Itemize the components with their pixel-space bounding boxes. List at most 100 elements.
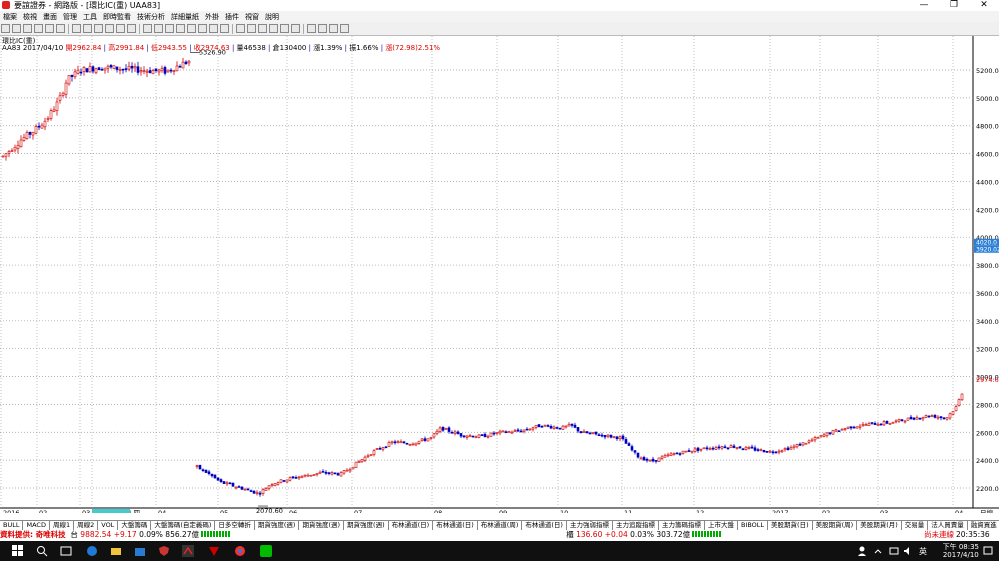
indicator-tab[interactable]: 法人買賣量 bbox=[928, 521, 968, 530]
indicator-tab[interactable]: 周線1 bbox=[50, 521, 75, 530]
minimize-button[interactable]: — bbox=[909, 0, 939, 11]
line-tool-icon[interactable] bbox=[143, 24, 152, 33]
layout-icon[interactable] bbox=[318, 24, 327, 33]
chevron-up-icon[interactable] bbox=[872, 545, 884, 557]
menu-item-11[interactable]: 說明 bbox=[262, 12, 282, 22]
indicator-tab[interactable]: 期貨強度(週) bbox=[299, 521, 345, 530]
network-icon[interactable] bbox=[888, 545, 900, 557]
indicator-tab[interactable]: 主力強弱指標 bbox=[567, 521, 613, 530]
indicator-tab[interactable]: 布林通道(日) bbox=[522, 521, 567, 530]
volume-icon[interactable] bbox=[902, 545, 914, 557]
menu-item-5[interactable]: 即時監看 bbox=[100, 12, 134, 22]
close-button[interactable]: ✕ bbox=[969, 0, 999, 11]
indicator-tab[interactable]: MACD bbox=[23, 521, 50, 530]
help-icon[interactable] bbox=[340, 24, 349, 33]
undo-icon[interactable] bbox=[72, 24, 81, 33]
indicator-tab[interactable]: 布林通道(周) bbox=[478, 521, 523, 530]
menu-item-1[interactable]: 檢視 bbox=[20, 12, 40, 22]
indicator-tab[interactable]: BULL bbox=[0, 521, 24, 530]
candle-body bbox=[627, 443, 631, 446]
arrow-tool-icon[interactable] bbox=[220, 24, 229, 33]
refresh-icon[interactable] bbox=[291, 24, 300, 33]
indicator-tab[interactable]: 日多空轉折 bbox=[215, 521, 255, 530]
menu-item-4[interactable]: 工具 bbox=[80, 12, 100, 22]
candle-body bbox=[148, 70, 152, 73]
indicator-tab[interactable]: 大盤籌碼 bbox=[118, 521, 152, 530]
shield-icon[interactable] bbox=[158, 545, 170, 557]
erase-tool-icon[interactable] bbox=[258, 24, 267, 33]
line-icon[interactable] bbox=[260, 545, 272, 557]
indicator-tab[interactable]: 期貨強度(週) bbox=[344, 521, 389, 530]
menu-item-3[interactable]: 管理 bbox=[60, 12, 80, 22]
indicator-tab[interactable]: VOL bbox=[98, 521, 119, 530]
indicator-tab[interactable]: 布林通道(日) bbox=[389, 521, 434, 530]
mark-tool-icon[interactable] bbox=[269, 24, 278, 33]
menu-item-2[interactable]: 畫面 bbox=[40, 12, 60, 22]
start-icon[interactable] bbox=[12, 545, 24, 557]
kline-chart[interactable]: 5200.05000.04800.04600.04400.04200.04000… bbox=[0, 36, 999, 513]
open-icon[interactable] bbox=[1, 24, 10, 33]
zoom-in-icon[interactable] bbox=[105, 24, 114, 33]
market-ticker: 資料提供: 奇唯科技 台 9882.54 +9.17 0.09% 856.27億… bbox=[0, 530, 999, 540]
indicator-tab[interactable]: 周線2 bbox=[74, 521, 99, 530]
indicator-tab[interactable]: 交易量 bbox=[902, 521, 929, 530]
indicator-tab[interactable]: 美股期貨(周) bbox=[813, 521, 858, 530]
indicator-tab[interactable]: BIBOLL bbox=[738, 521, 769, 530]
paste-icon[interactable] bbox=[56, 24, 65, 33]
candle-body bbox=[249, 490, 253, 492]
explorer-icon[interactable] bbox=[110, 545, 122, 557]
print-icon[interactable] bbox=[23, 24, 32, 33]
save-icon[interactable] bbox=[12, 24, 21, 33]
maximize-button[interactable]: ❐ bbox=[939, 0, 969, 11]
settings-icon[interactable] bbox=[307, 24, 316, 33]
menu-item-6[interactable]: 技術分析 bbox=[134, 12, 168, 22]
rect-tool-icon[interactable] bbox=[198, 24, 207, 33]
channel-tool-icon[interactable] bbox=[165, 24, 174, 33]
trend-tool-icon[interactable] bbox=[154, 24, 163, 33]
task-view-icon[interactable] bbox=[60, 545, 72, 557]
search-icon[interactable] bbox=[36, 545, 48, 557]
indicator-tab[interactable]: 期貨強度(週) bbox=[255, 521, 300, 530]
cross-tool-icon[interactable] bbox=[247, 24, 256, 33]
zoom-out-icon[interactable] bbox=[116, 24, 125, 33]
candle-body bbox=[846, 426, 850, 429]
candle-body bbox=[396, 441, 400, 443]
text-tool-icon[interactable] bbox=[187, 24, 196, 33]
indicator-tab[interactable]: 上市大盤 bbox=[705, 521, 738, 530]
measure-tool-icon[interactable] bbox=[280, 24, 289, 33]
grid-icon[interactable] bbox=[127, 24, 136, 33]
menu-item-10[interactable]: 視窗 bbox=[242, 12, 262, 22]
indicator-tab[interactable]: 融資買進 bbox=[968, 521, 999, 530]
ellipse-tool-icon[interactable] bbox=[209, 24, 218, 33]
candle-body bbox=[921, 417, 925, 420]
indicator-tab[interactable]: 布林通道(日) bbox=[433, 521, 478, 530]
color-tool-icon[interactable] bbox=[236, 24, 245, 33]
indicator-tab[interactable]: 主力追蹤指標 bbox=[613, 521, 659, 530]
indicator-tab[interactable]: 美股期貨(日) bbox=[768, 521, 813, 530]
edge-icon[interactable] bbox=[86, 545, 98, 557]
notification-icon[interactable] bbox=[982, 545, 994, 557]
candle-body bbox=[240, 486, 244, 490]
chrome-icon[interactable] bbox=[234, 545, 246, 557]
select-icon[interactable] bbox=[94, 24, 103, 33]
person-icon[interactable] bbox=[856, 545, 868, 557]
indicator-tab[interactable]: 大盤籌碼(自定義碼) bbox=[151, 521, 216, 530]
candle-body bbox=[882, 421, 886, 426]
store-icon[interactable] bbox=[134, 545, 146, 557]
menu-item-9[interactable]: 插件 bbox=[222, 12, 242, 22]
fib-tool-icon[interactable] bbox=[176, 24, 185, 33]
cut-icon[interactable] bbox=[45, 24, 54, 33]
system-clock[interactable]: 下午 08:35 2017/4/10 bbox=[943, 543, 979, 559]
menu-item-0[interactable]: 檔案 bbox=[0, 12, 20, 22]
trading-app-icon[interactable] bbox=[182, 545, 194, 557]
antivirus-icon[interactable] bbox=[208, 545, 220, 557]
indicator-tab[interactable]: 主力籌碼指標 bbox=[659, 521, 705, 530]
redo-icon[interactable] bbox=[83, 24, 92, 33]
window-icon[interactable] bbox=[329, 24, 338, 33]
menu-item-8[interactable]: 外掛 bbox=[202, 12, 222, 22]
ime-indicator[interactable]: 英 bbox=[919, 546, 927, 557]
menu-item-7[interactable]: 詳細量紙 bbox=[168, 12, 202, 22]
tw-pct: 0.09% bbox=[139, 530, 163, 539]
indicator-tab[interactable]: 美股期貨(月) bbox=[857, 521, 902, 530]
copy-icon[interactable] bbox=[34, 24, 43, 33]
